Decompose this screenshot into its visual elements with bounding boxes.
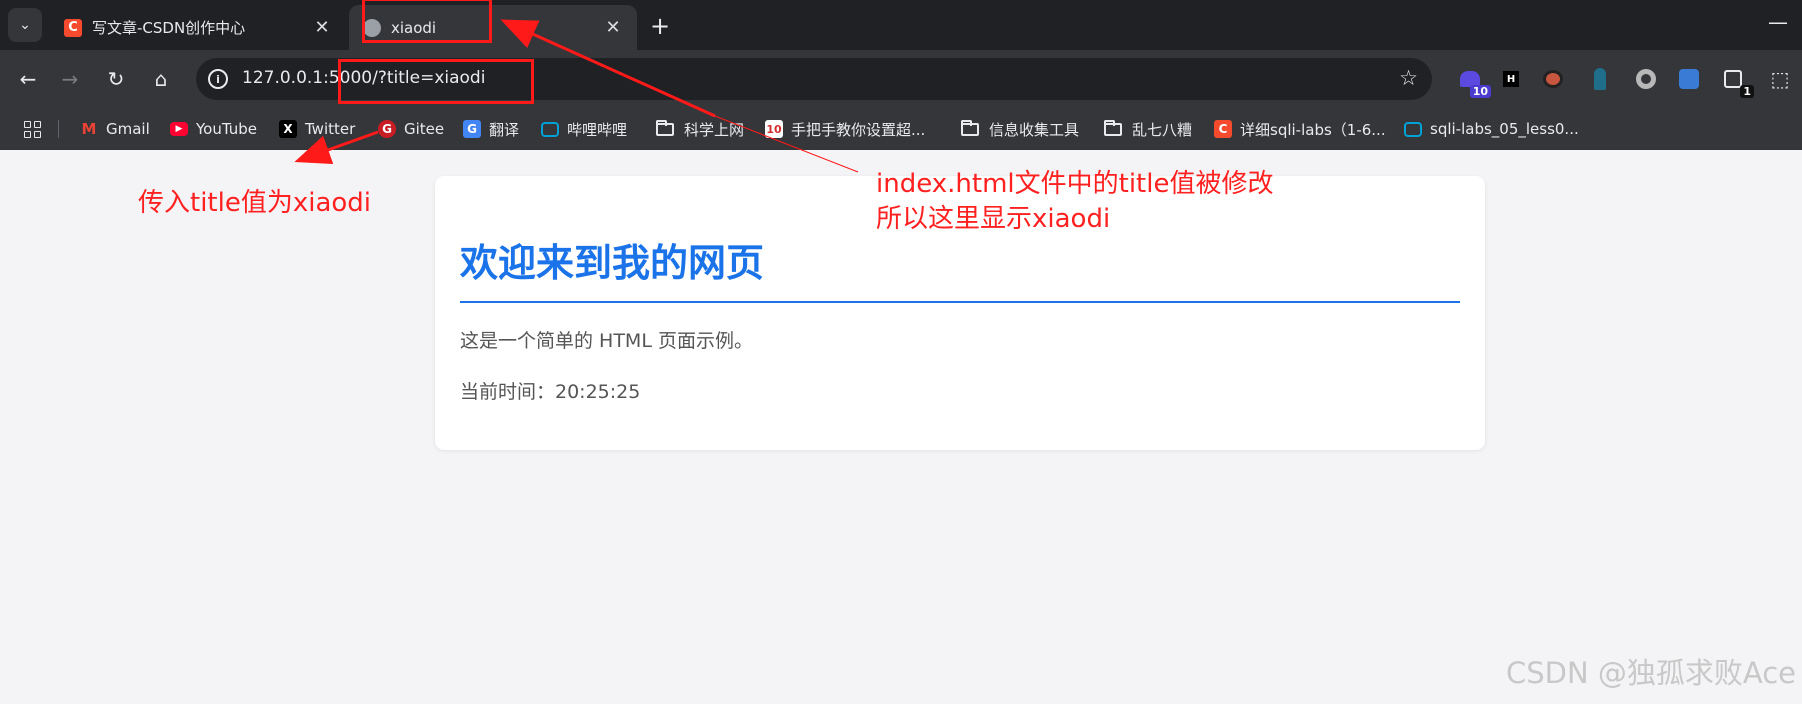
bookmark-label: YouTube — [196, 120, 257, 138]
minimize-window-icon[interactable]: — — [1768, 10, 1788, 34]
bookmark-label: Twitter — [305, 120, 356, 138]
bookmark-label: Gmail — [106, 120, 150, 138]
bookmark-translate[interactable]: G 翻译 — [463, 116, 519, 142]
extension-purple-hat-icon[interactable]: 10 — [1457, 66, 1491, 98]
csdn-icon: C — [64, 18, 82, 37]
bookmark-sqli-csdn[interactable]: C 详细sqli-labs（1-6... — [1214, 116, 1386, 142]
extension-badge: 10 — [1469, 85, 1491, 98]
bookmark-label: 详细sqli-labs（1-6... — [1240, 120, 1386, 139]
gitee-icon: G — [378, 120, 396, 138]
annotation-right-note-line2: 所以这里显示xiaodi — [876, 204, 1111, 234]
extension-puzzle-badge-icon[interactable]: 1 — [1720, 66, 1754, 98]
extensions-puzzle-icon[interactable]: ⬚ — [1767, 66, 1793, 92]
tab-highlight-box — [362, 0, 492, 43]
bookmark-youtube[interactable]: ▶ YouTube — [170, 116, 257, 142]
url-highlight-box — [338, 59, 534, 104]
bilibili-icon — [541, 121, 559, 137]
site-info-icon[interactable]: i — [208, 69, 228, 89]
youtube-icon: ▶ — [170, 122, 188, 136]
close-icon[interactable]: ✕ — [312, 17, 332, 38]
apps-grid-icon[interactable] — [24, 116, 41, 142]
extension-mask-icon[interactable] — [1540, 66, 1566, 92]
tab-title: 写文章-CSDN创作中心 — [92, 19, 246, 37]
page-heading: 欢迎来到我的网页 — [460, 232, 1460, 303]
tab-search-button[interactable]: ⌄ — [8, 8, 42, 42]
ten-icon: 10 — [765, 120, 783, 138]
bookmark-gitee[interactable]: G Gitee — [378, 116, 444, 142]
bookmarks-divider — [58, 120, 59, 138]
extension-bird-icon[interactable] — [1676, 66, 1702, 92]
bookmark-label: sqli-labs_05_less0... — [1430, 120, 1579, 138]
page-paragraph: 这是一个简单的 HTML 页面示例。 — [460, 330, 753, 352]
back-arrow-icon[interactable]: ← — [13, 64, 43, 94]
bilibili-icon — [1404, 121, 1422, 137]
bookmark-folder-misc[interactable]: 乱七八糟 — [1104, 116, 1192, 142]
close-icon[interactable]: ✕ — [603, 17, 623, 38]
folder-icon — [1104, 119, 1122, 136]
csdn-icon: C — [1214, 120, 1232, 138]
tab-strip: ⌄ C 写文章-CSDN创作中心 ✕ xiaodi ✕ + — — [0, 0, 1802, 50]
bookmark-twitter[interactable]: X Twitter — [279, 116, 355, 142]
browser-toolbar: ← → ↻ ⌂ i 127.0.0.1:5000/?title=xiaodi ☆… — [0, 50, 1802, 108]
current-time-text: 当前时间：20:25:25 — [460, 381, 641, 403]
bookmark-label: 哔哩哔哩 — [567, 120, 628, 139]
bookmark-bilibili[interactable]: 哔哩哔哩 — [541, 116, 627, 142]
chevron-down-icon: ⌄ — [19, 17, 31, 33]
bookmark-tutorial[interactable]: 10 手把手教你设置超... — [765, 116, 925, 142]
folder-icon — [961, 119, 979, 136]
folder-icon — [656, 119, 674, 136]
bookmarks-bar: M Gmail ▶ YouTube X Twitter G Gitee G 翻译… — [0, 108, 1802, 150]
extension-badge: 1 — [1740, 85, 1754, 98]
bookmark-star-icon[interactable]: ☆ — [1399, 66, 1418, 90]
csdn-watermark: CSDN @独孤求败Ace — [1505, 656, 1796, 690]
home-icon[interactable]: ⌂ — [146, 64, 176, 94]
reload-icon[interactable]: ↻ — [101, 64, 131, 94]
bookmark-label: 科学上网 — [684, 120, 745, 139]
bookmark-folder-info[interactable]: 信息收集工具 — [961, 116, 1079, 142]
gmail-icon: M — [81, 120, 97, 138]
tab-csdn[interactable]: C 写文章-CSDN创作中心 ✕ — [50, 5, 346, 50]
translate-icon: G — [463, 120, 481, 138]
bookmark-folder-kexue[interactable]: 科学上网 — [656, 116, 744, 142]
annotation-left-note: 传入title值为xiaodi — [138, 188, 372, 218]
forward-arrow-icon[interactable]: → — [55, 64, 85, 94]
bookmark-label: 手把手教你设置超... — [791, 120, 926, 139]
x-icon: X — [279, 120, 297, 138]
annotation-right-note-line1: index.html文件中的title值被修改 — [876, 169, 1274, 199]
bookmark-label: 翻译 — [489, 120, 520, 139]
bookmark-gmail[interactable]: M Gmail — [80, 116, 150, 142]
bookmark-label: 信息收集工具 — [989, 120, 1080, 139]
extension-h-icon[interactable]: H — [1498, 66, 1524, 92]
new-tab-button[interactable]: + — [650, 12, 670, 40]
bookmark-label: Gitee — [404, 120, 445, 138]
extension-circle-icon[interactable] — [1633, 66, 1659, 92]
bookmark-label: 乱七八糟 — [1132, 120, 1193, 139]
extension-figure-icon[interactable] — [1587, 66, 1613, 92]
bookmark-sqli-bilibili[interactable]: sqli-labs_05_less0... — [1404, 116, 1579, 142]
